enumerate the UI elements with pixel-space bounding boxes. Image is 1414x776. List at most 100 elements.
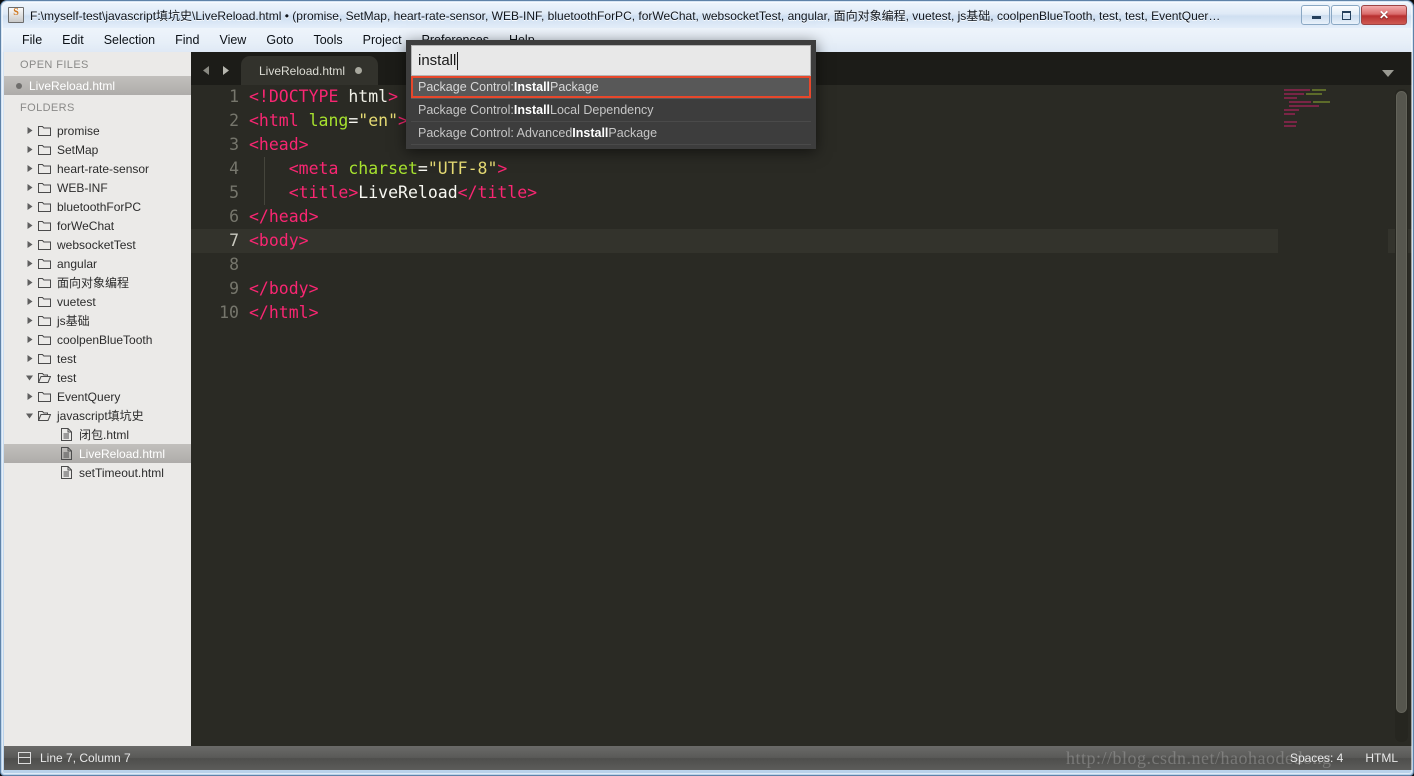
window-controls: ✕ <box>1300 5 1407 25</box>
triangle-right-icon[interactable] <box>22 278 36 287</box>
triangle-right-icon[interactable] <box>22 354 36 363</box>
tree-folder-item[interactable]: forWeChat <box>4 216 191 235</box>
code-line[interactable]: 9 </body> <box>191 277 1412 301</box>
tree-folder-item[interactable]: test <box>4 349 191 368</box>
code-editor[interactable]: 1 <!DOCTYPE html> 2 <html lang="en"> 3 <head>… <box>191 85 1412 746</box>
tree-folder-item[interactable]: 面向对象编程 <box>4 273 191 292</box>
tree-folder-item[interactable]: vuetest <box>4 292 191 311</box>
tree-folder-item[interactable]: coolpenBlueTooth <box>4 330 191 349</box>
triangle-right-icon[interactable] <box>22 335 36 344</box>
minimap-line <box>1313 101 1330 103</box>
tree-folder-item[interactable]: promise <box>4 121 191 140</box>
arrow-left-icon[interactable] <box>201 65 212 76</box>
tree-item-label: EventQuery <box>57 389 121 404</box>
code-line[interactable]: 7 <body> <box>191 229 1412 253</box>
code-line-text: <title>LiveReload</title> <box>288 183 538 202</box>
tree-file-item[interactable]: 闭包.html <box>4 425 191 444</box>
line-number: 7 <box>229 231 239 250</box>
line-number: 2 <box>229 111 239 130</box>
tree-item-label: SetMap <box>57 142 99 157</box>
vertical-scrollbar-thumb[interactable] <box>1396 91 1407 713</box>
command-palette: install Package Control: Install Package… <box>406 40 816 149</box>
command-palette-item[interactable]: Package Control: Advanced Install Packag… <box>411 122 811 145</box>
triangle-right-icon[interactable] <box>22 164 36 173</box>
triangle-down-icon[interactable] <box>22 411 36 420</box>
tab-liveReload-html[interactable]: LiveReload.html <box>241 56 379 85</box>
tree-file-item[interactable]: setTimeout.html <box>4 463 191 482</box>
vertical-scrollbar[interactable] <box>1395 89 1408 742</box>
panel-toggle-icon[interactable] <box>18 752 31 764</box>
tab-navigation <box>191 65 241 85</box>
code-line[interactable]: 10 </html> <box>191 301 1412 325</box>
line-number: 4 <box>229 159 239 178</box>
command-palette-item[interactable]: Package Control: Install Package <box>411 76 811 99</box>
command-palette-item[interactable]: Package Control: Install Local Dependenc… <box>411 99 811 122</box>
triangle-right-icon[interactable] <box>22 259 36 268</box>
menu-edit[interactable]: Edit <box>52 29 94 51</box>
triangle-right-icon[interactable] <box>22 240 36 249</box>
tree-folder-item[interactable]: EventQuery <box>4 387 191 406</box>
arrow-right-icon[interactable] <box>220 65 231 76</box>
triangle-right-icon[interactable] <box>22 126 36 135</box>
menu-view[interactable]: View <box>209 29 256 51</box>
triangle-right-icon[interactable] <box>22 392 36 401</box>
chevron-down-icon[interactable] <box>1382 70 1394 77</box>
line-number: 1 <box>229 87 239 106</box>
folder-icon <box>36 182 53 193</box>
tree-item-label: coolpenBlueTooth <box>57 332 153 347</box>
line-number: 9 <box>229 279 239 298</box>
code-line[interactable]: 6 </head> <box>191 205 1412 229</box>
application-window: F:\myself-test\javascript填坑史\LiveReload.… <box>0 0 1414 776</box>
tree-file-item[interactable]: LiveReload.html <box>4 444 191 463</box>
code-line-text: <head> <box>249 135 309 154</box>
code-line[interactable]: 4 <meta charset="UTF-8"> <box>191 157 1412 181</box>
tree-folder-item[interactable]: test <box>4 368 191 387</box>
tree-folder-item[interactable]: javascript填坑史 <box>4 406 191 425</box>
triangle-right-icon[interactable] <box>22 221 36 230</box>
tree-folder-item[interactable]: WEB-INF <box>4 178 191 197</box>
folder-icon <box>36 391 53 402</box>
folder-icon <box>36 315 53 326</box>
tree-folder-item[interactable]: SetMap <box>4 140 191 159</box>
tree-folder-item[interactable]: websocketTest <box>4 235 191 254</box>
tree-item-label: js基础 <box>57 314 90 328</box>
file-icon <box>58 428 75 441</box>
tree-item-label: 面向对象编程 <box>57 276 130 290</box>
minimize-button[interactable] <box>1301 5 1330 25</box>
tree-folder-item[interactable]: heart-rate-sensor <box>4 159 191 178</box>
tree-folder-item[interactable]: angular <box>4 254 191 273</box>
code-line[interactable]: 5 <title>LiveReload</title> <box>191 181 1412 205</box>
menu-goto[interactable]: Goto <box>256 29 303 51</box>
menu-selection[interactable]: Selection <box>94 29 165 51</box>
minimap-line <box>1306 93 1322 95</box>
tree-folder-item[interactable]: js基础 <box>4 311 191 330</box>
command-palette-input[interactable]: install <box>411 45 811 76</box>
minimap[interactable] <box>1278 85 1388 746</box>
folder-icon <box>36 239 53 250</box>
minimap-line <box>1312 89 1326 91</box>
triangle-right-icon[interactable] <box>22 316 36 325</box>
tree-folder-item[interactable]: bluetoothForPC <box>4 197 191 216</box>
editor-area: LiveReload.html 1 <!DOCTYPE html> 2 <html l… <box>191 52 1412 746</box>
menu-project[interactable]: Project <box>353 29 412 51</box>
close-button[interactable]: ✕ <box>1361 5 1407 25</box>
menu-file[interactable]: File <box>12 29 52 51</box>
minimap-line <box>1284 113 1295 115</box>
tree-item-label: websocketTest <box>57 237 136 252</box>
open-file-liveReload[interactable]: LiveReload.html <box>4 76 191 95</box>
line-number: 6 <box>229 207 239 226</box>
triangle-right-icon[interactable] <box>22 297 36 306</box>
minimap-line <box>1284 89 1310 91</box>
triangle-right-icon[interactable] <box>22 183 36 192</box>
triangle-right-icon[interactable] <box>22 202 36 211</box>
triangle-down-icon[interactable] <box>22 373 36 382</box>
tree-item-label: 闭包.html <box>79 428 130 442</box>
menu-find[interactable]: Find <box>165 29 209 51</box>
triangle-right-icon[interactable] <box>22 145 36 154</box>
menu-tools[interactable]: Tools <box>303 29 352 51</box>
syntax-setting[interactable]: HTML <box>1365 751 1398 765</box>
code-line[interactable]: 8 <box>191 253 1412 277</box>
maximize-button[interactable] <box>1331 5 1360 25</box>
indent-setting[interactable]: Spaces: 4 <box>1290 751 1343 765</box>
line-number: 8 <box>229 255 239 274</box>
